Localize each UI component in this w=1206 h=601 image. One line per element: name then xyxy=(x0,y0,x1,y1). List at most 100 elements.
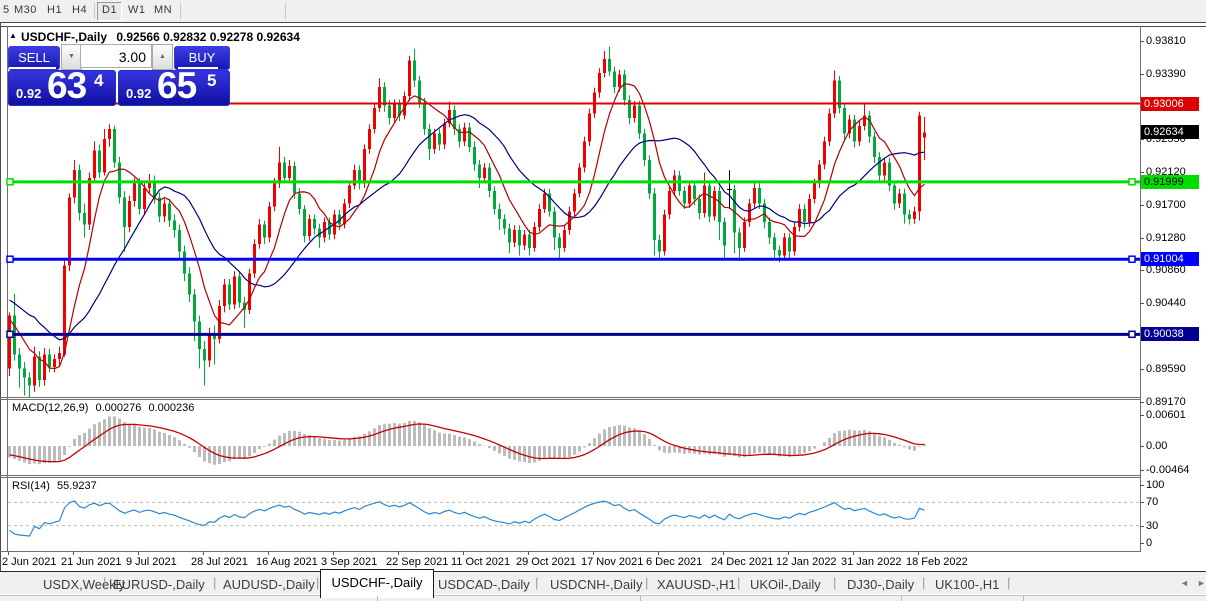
date-tick-mark xyxy=(918,551,919,555)
date-tick-mark xyxy=(528,551,529,555)
price-tick-mark xyxy=(1140,205,1144,207)
mt4-window: ▲ USDCHF-,Daily 0.92566 0.92832 0.92278 … xyxy=(0,0,1206,601)
timeframe-button-5[interactable]: 5 xyxy=(3,4,10,16)
timeframe-button-h4[interactable]: H4 xyxy=(72,4,87,16)
timeframe-button-mn[interactable]: MN xyxy=(154,4,172,16)
tab-audusd-daily[interactable]: AUDUSD-,Daily xyxy=(223,577,315,592)
date-tick-mark xyxy=(73,551,74,555)
rsi-tick-mark xyxy=(1140,525,1144,527)
date-tick-mark xyxy=(658,551,659,555)
tabs-scroll-right-icon[interactable]: ► xyxy=(1197,578,1206,588)
date-tick-mark xyxy=(788,551,789,555)
level-price-badge: 0.91004 xyxy=(1141,252,1199,267)
sell-price-prefix: 0.92 xyxy=(16,86,42,101)
tab-ukoil-daily[interactable]: UKOil-,Daily xyxy=(750,577,821,592)
tab-eurusd-daily[interactable]: EURUSD-,Daily xyxy=(113,577,205,592)
collapse-icon[interactable]: ▲ xyxy=(9,31,17,40)
price-tick-label: 0.90860 xyxy=(1146,264,1186,277)
price-tick-mark xyxy=(1140,172,1144,174)
timeframe-button-m30[interactable]: M30 xyxy=(14,4,37,16)
date-label: 16 Aug 2021 xyxy=(256,556,318,568)
sell-price-big: 63 xyxy=(47,65,87,106)
macd-tick-mark xyxy=(1140,415,1144,417)
status-bar xyxy=(0,595,1206,601)
price-tick-label: 0.89590 xyxy=(1146,363,1186,376)
macd-label: MACD(12,26,9) 0.000276 0.000236 xyxy=(12,402,195,414)
buy-price-prefix: 0.92 xyxy=(126,86,152,101)
date-tick-mark xyxy=(8,551,9,555)
date-label: 11 Oct 2021 xyxy=(451,556,511,568)
symbol-period-label: USDCHF-,Daily xyxy=(21,30,108,44)
date-tick-mark xyxy=(463,551,464,555)
rsi-tick-label: 70 xyxy=(1146,496,1159,509)
date-label: 24 Dec 2021 xyxy=(711,556,774,568)
tab-uk100-h1[interactable]: UK100-,H1 xyxy=(935,577,999,592)
date-label: 21 Jun 2021 xyxy=(61,556,122,568)
toolbar-separator xyxy=(94,3,95,19)
toolbar-separator xyxy=(180,3,181,19)
rsi-tick-label: 100 xyxy=(1146,479,1165,491)
statusbar-separator xyxy=(640,596,641,601)
date-tick-mark xyxy=(138,551,139,555)
tabs-scroll-left-icon[interactable]: ◄ xyxy=(1180,578,1189,588)
price-tick-mark xyxy=(1140,41,1144,42)
tab-xauusd-h1[interactable]: XAUUSD-,H1 xyxy=(657,577,736,592)
timeframe-button-h1[interactable]: H1 xyxy=(47,4,62,16)
level-price-badge: 0.91999 xyxy=(1141,174,1199,189)
date-label: 12 Jan 2022 xyxy=(776,556,837,568)
price-tick-label: 0.89170 xyxy=(1146,395,1186,408)
statusbar-separator xyxy=(901,596,902,601)
date-label: 2 Jun 2021 xyxy=(2,556,57,568)
date-label: 31 Jan 2022 xyxy=(841,556,902,568)
rsi-tick-mark xyxy=(1140,502,1144,504)
statusbar-separator xyxy=(377,596,378,601)
date-label: 17 Nov 2021 xyxy=(581,556,644,568)
macd-tick-label: -0.00464 xyxy=(1146,463,1190,476)
one-click-trade-panel: SELL ▼ 3.00 ▲ BUY 0.92 63 4 0.92 65 5 xyxy=(8,44,230,106)
date-label: 29 Oct 2021 xyxy=(516,556,576,568)
buy-price-display[interactable]: 0.92 65 5 xyxy=(118,65,230,106)
timeframe-button-d1[interactable]: D1 xyxy=(97,2,123,21)
price-tick-label: 0.91700 xyxy=(1146,199,1186,212)
macd-tick-label: 0.00 xyxy=(1146,440,1168,452)
tab-separator: | xyxy=(1007,575,1011,590)
tab-usdcnh-daily[interactable]: USDCNH-,Daily xyxy=(550,577,642,592)
date-label: 3 Sep 2021 xyxy=(321,556,378,568)
tab-separator: | xyxy=(922,575,926,590)
tab-usdcad-daily[interactable]: USDCAD-,Daily xyxy=(438,577,530,592)
level-price-badge: 0.90038 xyxy=(1141,327,1199,342)
chart-title: USDCHF-,Daily 0.92566 0.92832 0.92278 0.… xyxy=(21,30,300,44)
volume-input[interactable]: 3.00 xyxy=(80,44,152,68)
macd-tick-mark xyxy=(1140,469,1144,471)
tab-separator: | xyxy=(213,575,217,590)
price-tick-mark xyxy=(1140,270,1144,272)
price-tick-label: 0.93390 xyxy=(1146,67,1186,80)
rsi-tick-mark xyxy=(1140,543,1144,544)
date-label: 18 Feb 2022 xyxy=(906,556,968,568)
tab-usdchf-daily[interactable]: USDCHF-,Daily xyxy=(320,569,434,598)
price-tick-mark xyxy=(1140,401,1144,403)
date-label: 6 Dec 2021 xyxy=(646,556,703,568)
price-tick-label: 0.93810 xyxy=(1146,35,1186,47)
price-tick-label: 0.91280 xyxy=(1146,231,1186,244)
toolbar-separator xyxy=(285,3,286,19)
current-price-badge: 0.92634 xyxy=(1141,125,1199,140)
buy-price-big: 65 xyxy=(157,65,197,106)
tab-separator: | xyxy=(737,575,741,590)
date-tick-mark xyxy=(398,551,399,555)
macd-tick-label: 0.00601 xyxy=(1146,409,1186,422)
tab-separator: | xyxy=(833,575,837,590)
tab-separator: | xyxy=(103,575,107,590)
ohlc-values: 0.92566 0.92832 0.92278 0.92634 xyxy=(116,30,300,44)
tab-separator: | xyxy=(535,575,539,590)
date-tick-mark xyxy=(723,551,724,555)
rsi-tick-label: 0 xyxy=(1146,537,1153,549)
sell-price-display[interactable]: 0.92 63 4 xyxy=(8,65,116,106)
date-tick-mark xyxy=(853,551,854,555)
tab-dj30-daily[interactable]: DJ30-,Daily xyxy=(847,577,914,592)
buy-price-sup: 5 xyxy=(207,71,217,90)
rsi-tick-label: 30 xyxy=(1146,519,1159,532)
rsi-label: RSI(14) 55.9237 xyxy=(12,480,97,492)
timeframe-button-w1[interactable]: W1 xyxy=(128,4,146,16)
price-tick-label: 0.90440 xyxy=(1146,297,1186,310)
